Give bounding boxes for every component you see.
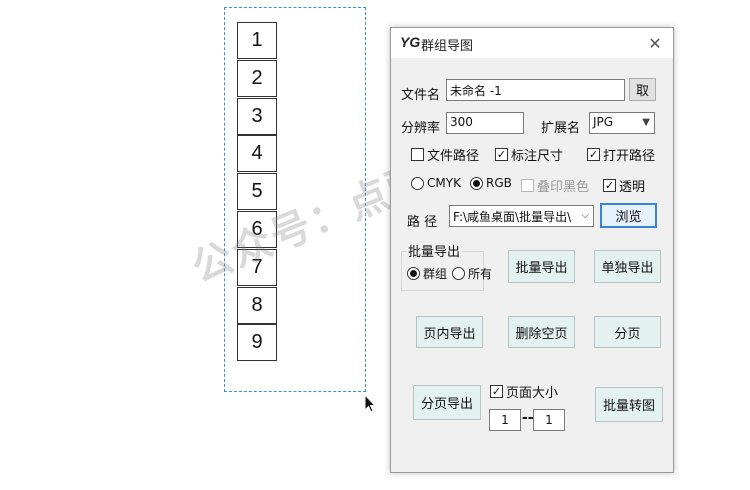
radio-dot — [470, 176, 483, 190]
app-logo-icon: YG — [400, 34, 421, 50]
extension-label: 扩展名 — [541, 121, 581, 136]
path-select[interactable]: F:\咸鱼桌面\批量导出\ ⌵ — [449, 205, 594, 227]
open-path-checkbox[interactable]: ✓ 打开路径 — [587, 145, 655, 164]
checkbox-box: ✓ — [490, 385, 503, 398]
fetch-name-button[interactable]: 取 — [629, 78, 656, 101]
page-size-checkbox[interactable]: ✓ 页面大小 — [490, 382, 558, 401]
mark-size-checkbox[interactable]: ✓ 标注尺寸 — [495, 145, 563, 164]
resolution-label: 分辨率 — [401, 121, 441, 136]
overprint-black-checkbox[interactable]: 叠印黑色 — [521, 176, 589, 195]
transparent-label: 透明 — [619, 180, 646, 195]
mouse-cursor-icon — [364, 394, 376, 413]
number-cell[interactable]: 1 — [237, 22, 277, 59]
group-label: 群组 — [423, 267, 448, 281]
number-cell[interactable]: 9 — [237, 324, 277, 362]
all-label: 所有 — [468, 267, 493, 281]
number-cell[interactable]: 5 — [237, 173, 277, 211]
batch-export-button[interactable]: 批量导出 — [508, 250, 575, 283]
page-from-input[interactable]: 1 — [489, 409, 521, 431]
page-to-input[interactable]: 1 — [533, 409, 565, 431]
radio-dot — [452, 267, 465, 280]
radio-dot — [411, 176, 424, 190]
resolution-input[interactable]: 300 — [446, 112, 524, 134]
number-cell[interactable]: 8 — [237, 286, 277, 324]
range-separator: -- — [522, 410, 534, 426]
number-cell[interactable]: 3 — [237, 97, 277, 135]
path-value: F:\咸鱼桌面\批量导出\ — [453, 210, 572, 224]
extension-value: JPG — [593, 115, 614, 129]
checkbox-box: ✓ — [603, 179, 616, 192]
page-export-button[interactable]: 分页导出 — [413, 385, 481, 420]
cmyk-label: CMYK — [427, 176, 461, 190]
transparent-checkbox[interactable]: ✓ 透明 — [603, 176, 645, 195]
all-radio[interactable]: 所有 — [452, 265, 492, 282]
cmyk-radio[interactable]: CMYK — [411, 176, 461, 190]
checkbox-box — [521, 179, 534, 192]
filename-label: 文件名 — [401, 88, 441, 103]
in-page-export-button[interactable]: 页内导出 — [416, 316, 483, 348]
checkbox-box — [411, 148, 424, 161]
number-cell[interactable]: 7 — [237, 248, 277, 286]
filename-input[interactable]: 未命名 -1 — [446, 79, 625, 101]
export-dialog: YG 群组导图 ✕ 文件名 未命名 -1 取 分辨率 300 扩展名 JPG ▼… — [390, 27, 674, 473]
group-radio[interactable]: 群组 — [407, 265, 447, 282]
rgb-label: RGB — [486, 176, 512, 190]
path-label: 路 径 — [407, 215, 438, 230]
chevron-down-icon: ▼ — [642, 117, 650, 128]
extension-select[interactable]: JPG ▼ — [589, 112, 655, 134]
single-export-button[interactable]: 单独导出 — [594, 250, 661, 283]
number-cell[interactable]: 4 — [237, 135, 277, 173]
delete-empty-pages-button[interactable]: 删除空页 — [508, 316, 575, 348]
overprint-black-label: 叠印黑色 — [537, 180, 590, 195]
paginate-button[interactable]: 分页 — [594, 316, 661, 348]
batch-convert-button[interactable]: 批量转图 — [595, 387, 663, 422]
open-path-label: 打开路径 — [603, 149, 656, 164]
mark-size-label: 标注尺寸 — [511, 149, 564, 164]
number-cell[interactable]: 6 — [237, 211, 277, 248]
file-path-label: 文件路径 — [427, 149, 480, 164]
page-size-label: 页面大小 — [506, 386, 559, 401]
number-cell[interactable]: 2 — [237, 59, 277, 97]
checkbox-box: ✓ — [587, 148, 600, 161]
close-icon[interactable]: ✕ — [645, 33, 665, 53]
radio-dot — [407, 267, 420, 280]
rgb-radio[interactable]: RGB — [470, 176, 512, 190]
browse-button[interactable]: 浏览 — [600, 203, 657, 228]
batch-export-group-title: 批量导出 — [407, 241, 462, 260]
dialog-title: 群组导图 — [421, 39, 474, 54]
file-path-checkbox[interactable]: 文件路径 — [411, 145, 479, 164]
title-bar: YG 群组导图 ✕ — [391, 28, 673, 58]
chevron-down-icon: ⌵ — [581, 210, 589, 221]
checkbox-box: ✓ — [495, 148, 508, 161]
